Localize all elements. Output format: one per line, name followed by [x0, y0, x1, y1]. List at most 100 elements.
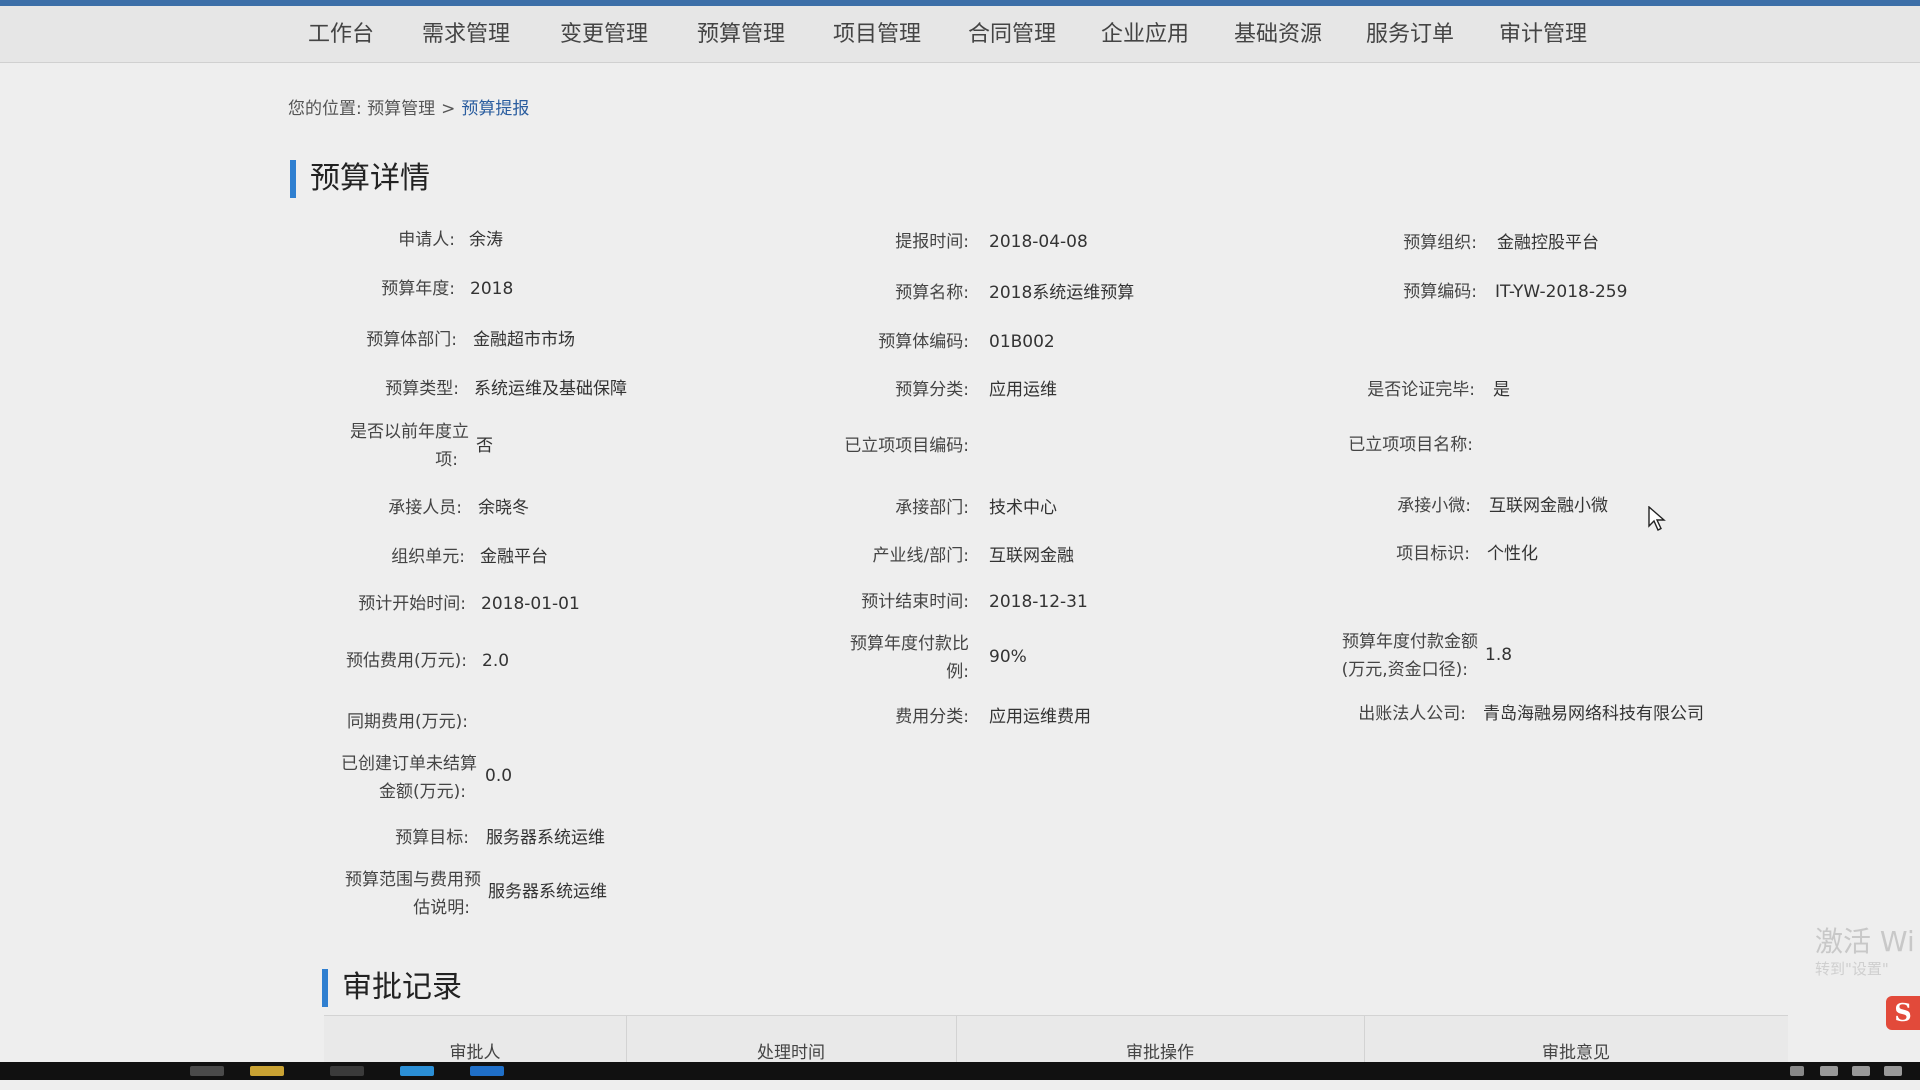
- label-undertake-dept: 承接部门:: [895, 498, 969, 518]
- label-project-tag: 项目标识:: [1396, 544, 1470, 564]
- chevron-up-icon[interactable]: [1790, 1066, 1804, 1076]
- label-budget-org: 预算组织:: [1403, 233, 1477, 253]
- label-budget-type: 预算类型:: [385, 379, 459, 399]
- os-taskbar: [0, 1062, 1920, 1080]
- nav-change-management[interactable]: 变更管理: [560, 16, 648, 48]
- nav-project-management[interactable]: 项目管理: [833, 16, 921, 48]
- nav-audit-management[interactable]: 审计管理: [1499, 16, 1587, 48]
- value-payment-ratio: 90%: [989, 647, 1027, 667]
- keyboard-icon[interactable]: [1820, 1066, 1838, 1076]
- breadcrumb-separator: >: [441, 99, 456, 119]
- value-budget-code: IT-YW-2018-259: [1495, 282, 1628, 302]
- label-budget-scope-line2: 估说明:: [413, 898, 470, 918]
- windows-activation-watermark: 激活 Wi: [1815, 925, 1915, 958]
- label-budget-name: 预算名称:: [895, 283, 969, 303]
- label-budget-goal: 预算目标:: [395, 828, 469, 848]
- breadcrumb-current: 预算提报: [461, 99, 530, 119]
- value-budget-org: 金融控股平台: [1497, 233, 1599, 253]
- label-industry-line: 产业线/部门:: [872, 546, 969, 566]
- breadcrumb: 您的位置: 预算管理 > 预算提报: [288, 94, 529, 119]
- label-payment-ratio-line1: 预算年度付款比: [850, 634, 969, 654]
- value-applicant: 余涛: [469, 230, 503, 250]
- value-undertake-team: 互联网金融小微: [1489, 496, 1608, 516]
- value-project-tag: 个性化: [1487, 544, 1538, 564]
- column-header-process-time: 处理时间: [626, 1016, 957, 1066]
- approval-records-title: 审批记录: [322, 969, 462, 1007]
- browser-icon[interactable]: [400, 1066, 434, 1076]
- label-submit-time: 提报时间:: [895, 232, 969, 252]
- label-project-code: 已立项项目编码:: [844, 436, 969, 456]
- label-org-unit: 组织单元:: [391, 547, 465, 567]
- taskbar-app-icon[interactable]: [190, 1066, 224, 1076]
- value-planned-start: 2018-01-01: [481, 594, 580, 614]
- value-unsettled-amount: 0.0: [485, 766, 513, 786]
- value-budget-year: 2018: [470, 279, 514, 299]
- value-budget-dept-code: 01B002: [989, 332, 1055, 352]
- label-undertake-team: 承接小微:: [1397, 496, 1471, 516]
- value-cost-category: 应用运维费用: [989, 707, 1091, 727]
- label-unsettled-amount-line2: 金额(万元):: [379, 782, 466, 802]
- approval-table-header: 审批人 处理时间 审批操作 审批意见: [324, 1015, 1788, 1066]
- volume-icon[interactable]: [1884, 1066, 1902, 1076]
- browser-icon[interactable]: [470, 1066, 504, 1076]
- mouse-pointer-icon: [1648, 506, 1666, 531]
- value-estimated-cost: 2.0: [482, 651, 510, 671]
- label-project-name: 已立项项目名称:: [1348, 435, 1473, 455]
- main-nav: 工作台 需求管理 变更管理 预算管理 项目管理 合同管理 企业应用 基础资源 服…: [0, 6, 1920, 63]
- label-budget-dept-code: 预算体编码:: [878, 332, 969, 352]
- budget-detail-title: 预算详情: [290, 160, 430, 198]
- value-budget-scope: 服务器系统运维: [488, 882, 607, 902]
- network-icon[interactable]: [1852, 1066, 1870, 1076]
- label-budget-category: 预算分类:: [895, 380, 969, 400]
- taskbar-app-icon[interactable]: [330, 1066, 364, 1076]
- value-submit-time: 2018-04-08: [989, 232, 1088, 252]
- value-budget-dept: 金融超市市场: [473, 330, 575, 350]
- label-prev-year-project-line2: 项:: [435, 450, 458, 470]
- label-same-period-cost: 同期费用(万元):: [347, 712, 468, 732]
- label-argued-done: 是否论证完毕:: [1367, 380, 1475, 400]
- folder-icon[interactable]: [250, 1066, 284, 1076]
- nav-budget-management[interactable]: 预算管理: [697, 16, 785, 48]
- breadcrumb-parent[interactable]: 预算管理: [367, 99, 435, 119]
- windows-activation-subtext: 转到"设置": [1815, 960, 1889, 978]
- sogou-ime-icon[interactable]: S: [1886, 996, 1920, 1030]
- label-planned-end: 预计结束时间:: [861, 592, 969, 612]
- nav-enterprise-apps[interactable]: 企业应用: [1101, 16, 1189, 48]
- label-undertaker: 承接人员:: [388, 498, 462, 518]
- value-undertaker: 余晓冬: [478, 498, 529, 518]
- value-budget-type: 系统运维及基础保障: [474, 379, 627, 399]
- nav-service-orders[interactable]: 服务订单: [1366, 16, 1454, 48]
- value-budget-goal: 服务器系统运维: [486, 828, 605, 848]
- breadcrumb-prefix: 您的位置:: [288, 99, 362, 119]
- label-budget-scope-line1: 预算范围与费用预: [345, 870, 481, 890]
- label-planned-start: 预计开始时间:: [358, 594, 466, 614]
- value-argued-done: 是: [1493, 380, 1510, 400]
- value-budget-name: 2018系统运维预算: [989, 283, 1135, 303]
- column-header-approval-opinion: 审批意见: [1542, 1043, 1610, 1063]
- label-billing-company: 出账法人公司:: [1358, 704, 1466, 724]
- label-prev-year-project-line1: 是否以前年度立: [350, 422, 469, 442]
- value-payment-amount: 1.8: [1485, 645, 1513, 665]
- value-org-unit: 金融平台: [480, 547, 548, 567]
- value-budget-category: 应用运维: [989, 380, 1057, 400]
- value-prev-year-project: 否: [476, 436, 493, 456]
- label-budget-year: 预算年度:: [381, 279, 455, 299]
- value-billing-company: 青岛海融易网络科技有限公司: [1483, 704, 1704, 724]
- value-industry-line: 互联网金融: [989, 546, 1074, 566]
- value-planned-end: 2018-12-31: [989, 592, 1088, 612]
- nav-workbench[interactable]: 工作台: [308, 16, 374, 48]
- label-payment-amount-line2: (万元,资金口径):: [1341, 660, 1468, 680]
- label-budget-code: 预算编码:: [1403, 282, 1477, 302]
- label-estimated-cost: 预估费用(万元):: [346, 651, 467, 671]
- label-unsettled-amount-line1: 已创建订单未结算: [341, 754, 477, 774]
- nav-contract-management[interactable]: 合同管理: [968, 16, 1056, 48]
- label-payment-ratio-line2: 例:: [946, 662, 969, 682]
- label-applicant: 申请人:: [398, 230, 455, 250]
- value-undertake-dept: 技术中心: [989, 498, 1057, 518]
- label-payment-amount-line1: 预算年度付款金额: [1342, 632, 1478, 652]
- nav-demand-management[interactable]: 需求管理: [422, 16, 510, 48]
- column-header-approver: 审批人: [324, 1016, 627, 1066]
- label-cost-category: 费用分类:: [895, 707, 969, 727]
- column-header-approval-action: 审批操作: [956, 1016, 1365, 1066]
- nav-basic-resources[interactable]: 基础资源: [1234, 16, 1322, 48]
